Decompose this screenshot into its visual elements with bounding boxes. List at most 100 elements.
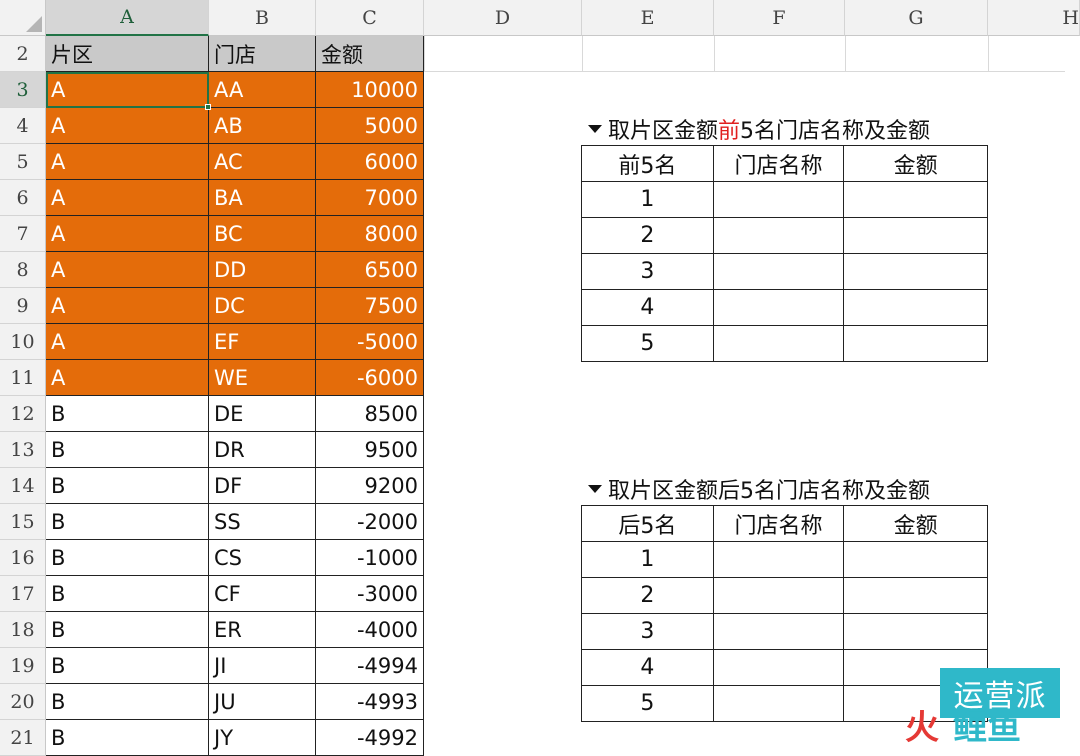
row-header[interactable]: 10	[0, 324, 46, 360]
bottom-header-amount[interactable]: 金额	[843, 505, 988, 542]
top-rank-cell[interactable]: 5	[581, 325, 714, 362]
row-header[interactable]: 15	[0, 504, 46, 540]
cell-b[interactable]: CF	[209, 576, 316, 612]
bottom-rank-cell[interactable]: 1	[581, 541, 714, 578]
bottom-amount-cell[interactable]	[843, 541, 988, 578]
column-header-b[interactable]: B	[209, 0, 316, 36]
bottom-store-cell[interactable]	[712, 685, 845, 722]
column-header-e[interactable]: E	[582, 0, 714, 36]
column-header-d[interactable]: D	[424, 0, 582, 36]
fill-handle[interactable]	[205, 104, 211, 110]
cell-b[interactable]: JU	[209, 684, 316, 720]
cell-c[interactable]: 6500	[316, 252, 424, 288]
top-store-cell[interactable]	[712, 217, 845, 254]
cell-a[interactable]: B	[46, 540, 209, 576]
top-rank-cell[interactable]: 1	[581, 181, 714, 218]
cell-c[interactable]: 9200	[316, 468, 424, 504]
cell-b[interactable]: EF	[209, 324, 316, 360]
header-cell-c[interactable]: 金额	[316, 36, 424, 72]
cell-a[interactable]: B	[46, 468, 209, 504]
cell-a[interactable]: A	[46, 324, 209, 360]
cell-a[interactable]: B	[46, 720, 209, 756]
cell-a[interactable]: A	[46, 252, 209, 288]
select-all-corner[interactable]	[0, 0, 46, 36]
cell-c[interactable]: -6000	[316, 360, 424, 396]
cell-b[interactable]: DR	[209, 432, 316, 468]
top-amount-cell[interactable]	[843, 181, 988, 218]
cell-c[interactable]: -5000	[316, 324, 424, 360]
cell-b[interactable]: DD	[209, 252, 316, 288]
row-header[interactable]: 21	[0, 720, 46, 756]
cell-c[interactable]: 7500	[316, 288, 424, 324]
cell-b[interactable]: DF	[209, 468, 316, 504]
cell-c[interactable]: 9500	[316, 432, 424, 468]
row-header[interactable]: 2	[0, 36, 46, 72]
top-store-cell[interactable]	[712, 253, 845, 290]
row-header[interactable]: 14	[0, 468, 46, 504]
bottom-header-rank[interactable]: 后5名	[581, 505, 714, 542]
cell-a[interactable]: B	[46, 504, 209, 540]
top-rank-cell[interactable]: 3	[581, 253, 714, 290]
row-header[interactable]: 9	[0, 288, 46, 324]
cell-a[interactable]: B	[46, 396, 209, 432]
bottom-rank-cell[interactable]: 4	[581, 649, 714, 686]
top-rank-cell[interactable]: 2	[581, 217, 714, 254]
top-header-store[interactable]: 门店名称	[712, 145, 845, 182]
cell-c[interactable]: -1000	[316, 540, 424, 576]
bottom-rank-cell[interactable]: 5	[581, 685, 714, 722]
row-header[interactable]: 5	[0, 144, 46, 180]
cell-a[interactable]: B	[46, 612, 209, 648]
bottom-store-cell[interactable]	[712, 649, 845, 686]
top-header-rank[interactable]: 前5名	[581, 145, 714, 182]
row-header[interactable]: 18	[0, 612, 46, 648]
row-header[interactable]: 7	[0, 216, 46, 252]
top-amount-cell[interactable]	[843, 289, 988, 326]
cell-b[interactable]: AA	[209, 72, 316, 108]
cell-b[interactable]: JY	[209, 720, 316, 756]
cell-c[interactable]: 6000	[316, 144, 424, 180]
cell-a[interactable]: A	[46, 288, 209, 324]
bottom-store-cell[interactable]	[712, 577, 845, 614]
cell-c[interactable]: 8500	[316, 396, 424, 432]
bottom-rank-cell[interactable]: 3	[581, 613, 714, 650]
header-cell-a[interactable]: 片区	[46, 36, 209, 72]
column-header-a[interactable]: A	[46, 0, 209, 36]
bottom-amount-cell[interactable]	[843, 577, 988, 614]
cell-a[interactable]: A	[46, 180, 209, 216]
bottom-amount-cell[interactable]	[843, 613, 988, 650]
cell-c[interactable]: -3000	[316, 576, 424, 612]
cell-a[interactable]: A	[46, 216, 209, 252]
row-header[interactable]: 8	[0, 252, 46, 288]
cell-b[interactable]: BC	[209, 216, 316, 252]
row-header[interactable]: 20	[0, 684, 46, 720]
cell-b[interactable]: ER	[209, 612, 316, 648]
bottom-store-cell[interactable]	[712, 541, 845, 578]
cell-b[interactable]: JI	[209, 648, 316, 684]
cell-c[interactable]: 5000	[316, 108, 424, 144]
row-header[interactable]: 6	[0, 180, 46, 216]
row-header[interactable]: 13	[0, 432, 46, 468]
bottom-rank-cell[interactable]: 2	[581, 577, 714, 614]
cell-c[interactable]: 7000	[316, 180, 424, 216]
cell-c[interactable]: 10000	[316, 72, 424, 108]
cell-a[interactable]: B	[46, 684, 209, 720]
column-header-c[interactable]: C	[316, 0, 424, 36]
cell-b[interactable]: BA	[209, 180, 316, 216]
cell-c[interactable]: -4992	[316, 720, 424, 756]
cell-b[interactable]: SS	[209, 504, 316, 540]
column-header-g[interactable]: G	[845, 0, 988, 36]
top-amount-cell[interactable]	[843, 253, 988, 290]
top-store-cell[interactable]	[712, 325, 845, 362]
top-header-amount[interactable]: 金额	[843, 145, 988, 182]
row-header[interactable]: 17	[0, 576, 46, 612]
cell-c[interactable]: -4994	[316, 648, 424, 684]
row-header[interactable]: 4	[0, 108, 46, 144]
cell-a[interactable]: B	[46, 576, 209, 612]
column-header-f[interactable]: F	[714, 0, 845, 36]
row-header[interactable]: 3	[0, 72, 46, 108]
cell-a[interactable]: A	[46, 144, 209, 180]
cell-a[interactable]: A	[46, 72, 209, 108]
cell-c[interactable]: -4993	[316, 684, 424, 720]
cell-b[interactable]: DC	[209, 288, 316, 324]
cell-c[interactable]: 8000	[316, 216, 424, 252]
